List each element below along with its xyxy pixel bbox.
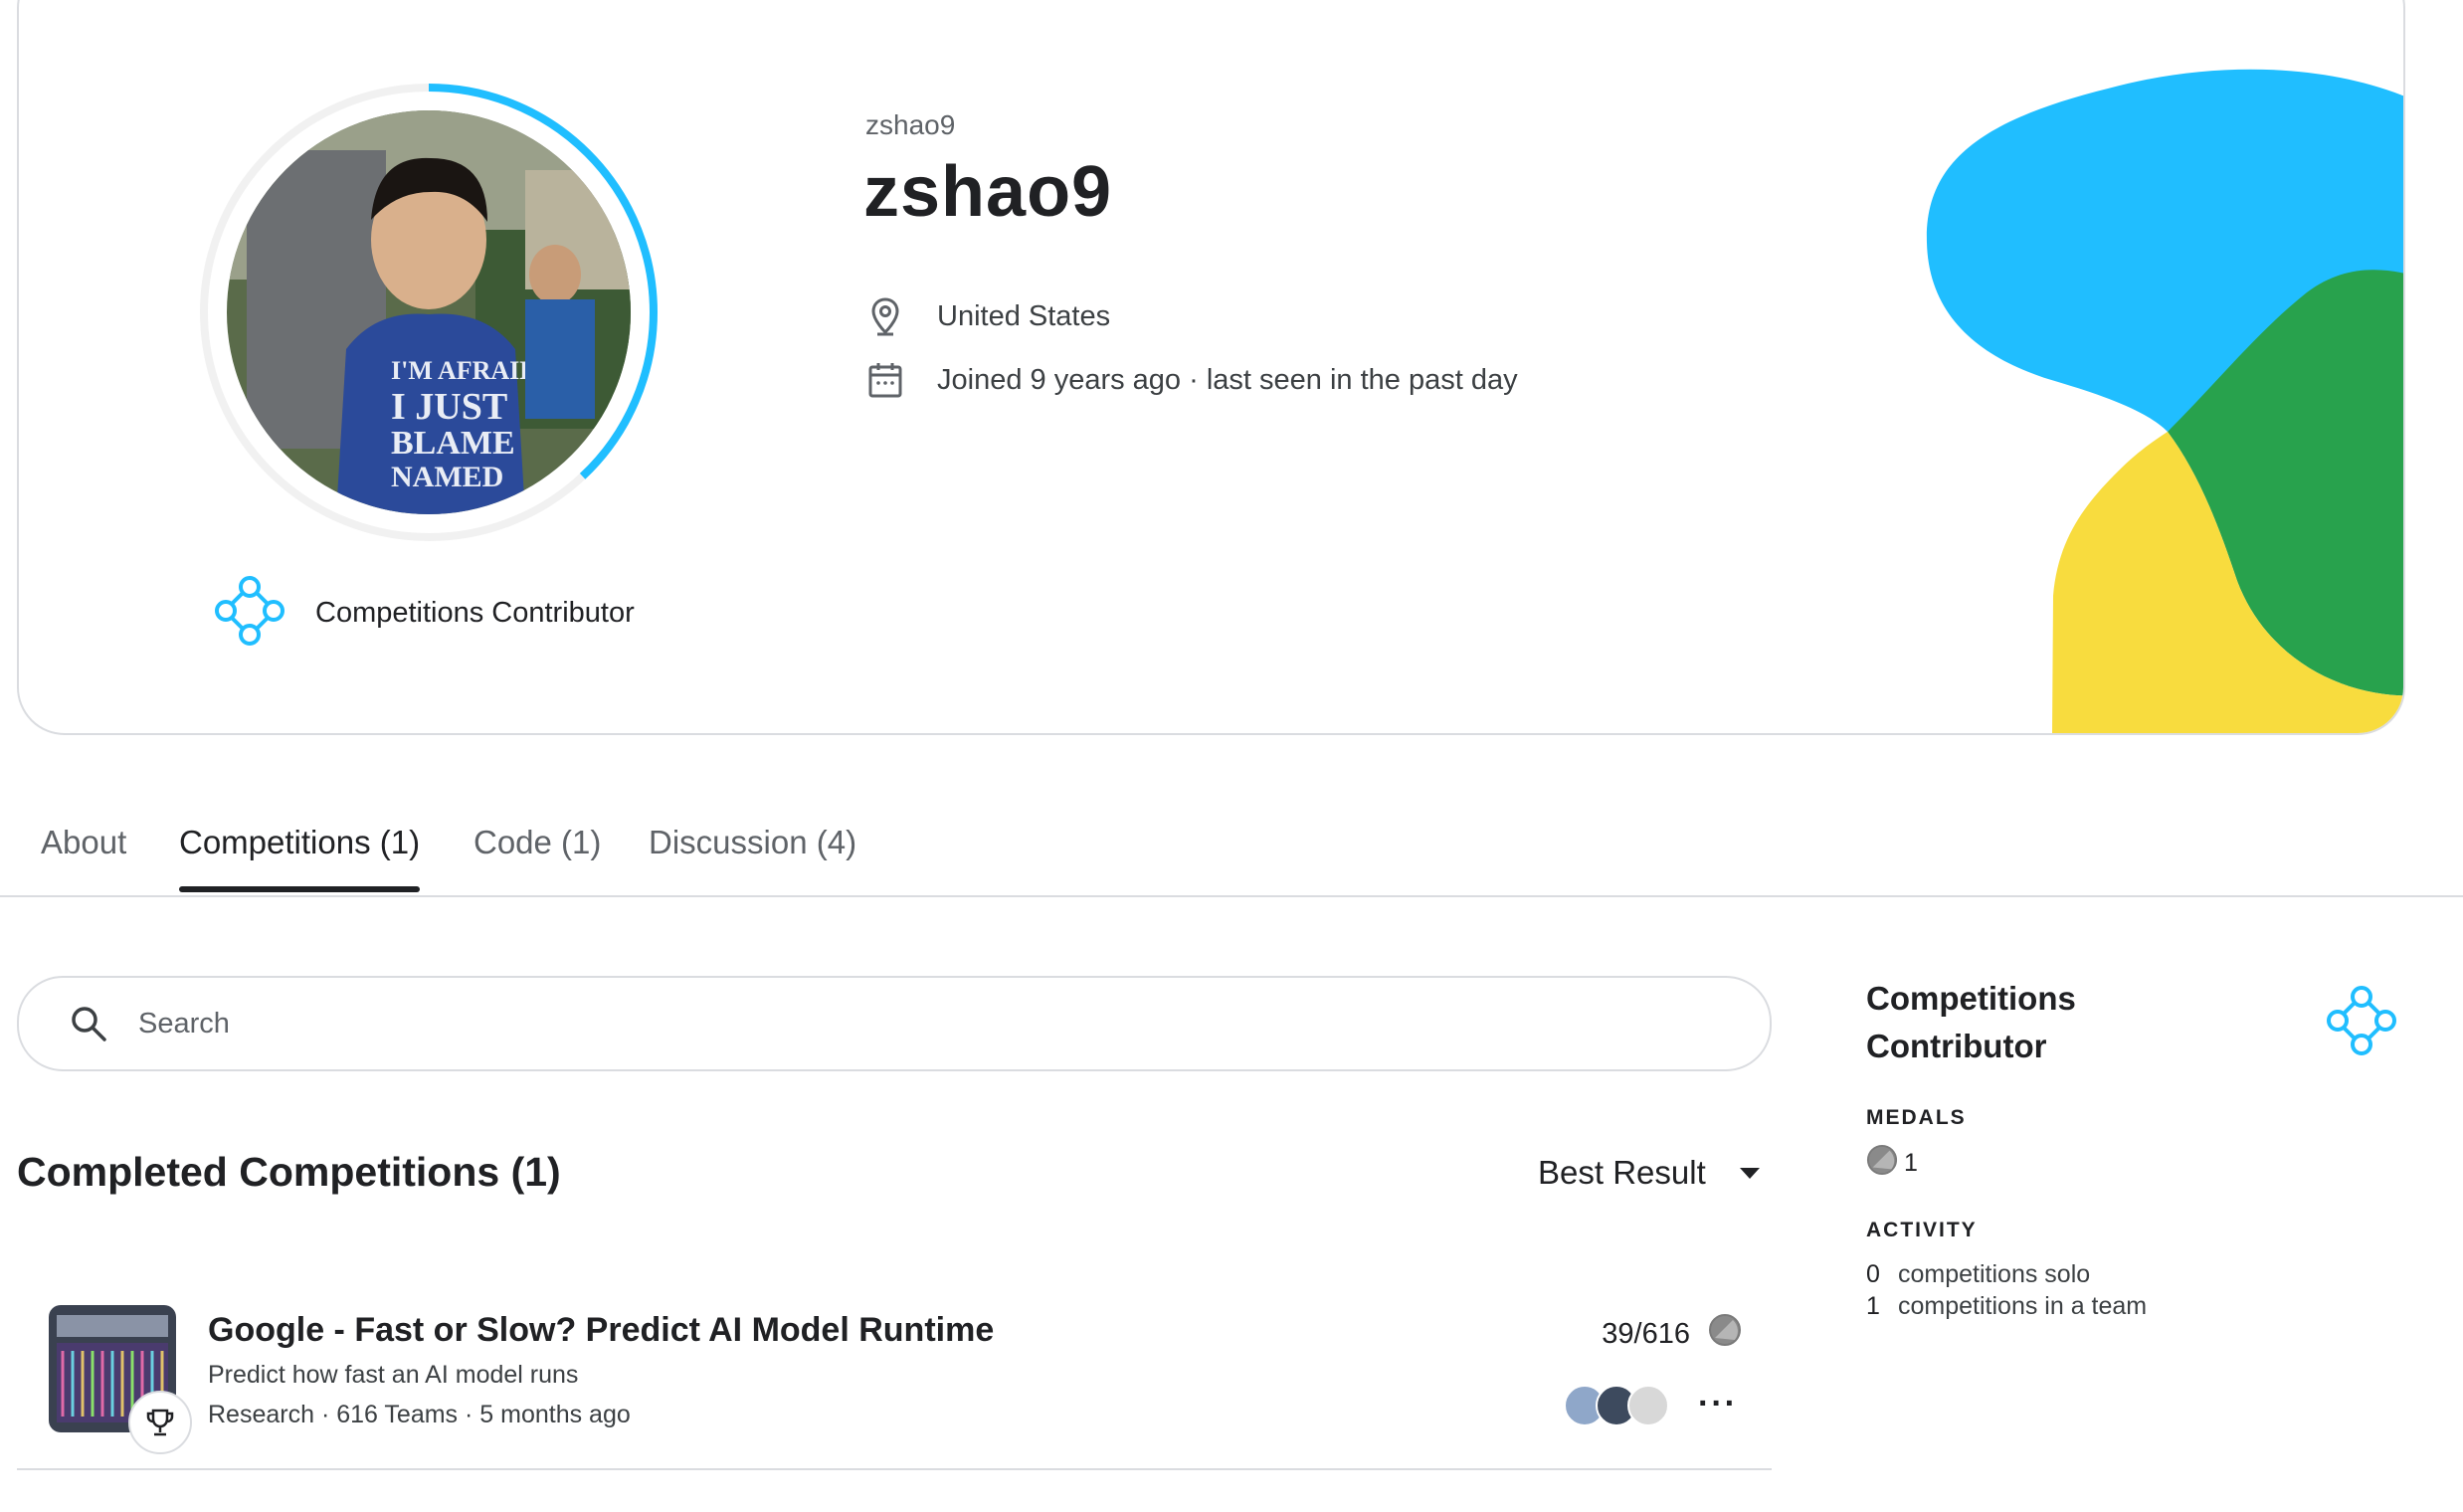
sort-label: Best Result xyxy=(1538,1154,1706,1191)
display-name: zshao9 xyxy=(863,152,1113,232)
sidebar-tier-title: Competitions Contributor xyxy=(1866,980,2076,1064)
competition-subtitle: Predict how fast an AI model runs xyxy=(208,1361,579,1389)
avatar: I'M AFRAID I JUST BLAME NAMED xyxy=(227,110,631,514)
activity-caption: ACTIVITY xyxy=(1866,1219,1978,1241)
search-icon xyxy=(69,1004,108,1043)
tab-code[interactable]: Code (1) xyxy=(474,824,601,885)
search-input[interactable] xyxy=(136,1006,1632,1041)
tier-contributor-icon xyxy=(2326,985,2397,1061)
medal-count: 1 xyxy=(1904,1149,1918,1177)
activity-item: 1 competitions in a team xyxy=(1866,1292,2148,1320)
svg-text:I JUST: I JUST xyxy=(391,386,507,428)
section-title: Completed Competitions (1) xyxy=(17,1149,561,1195)
bronze-medal-icon xyxy=(1708,1313,1742,1355)
tab-discussion[interactable]: Discussion (4) xyxy=(649,824,856,885)
location-text: United States xyxy=(937,299,1111,332)
profile-tabs: About Competitions (1) Code (1) Discussi… xyxy=(0,816,2463,897)
competition-meta: Research · 616 Teams · 5 months ago xyxy=(208,1401,631,1428)
sort-dropdown[interactable]: Best Result xyxy=(1538,1154,1760,1192)
more-icon[interactable]: ··· xyxy=(1698,1385,1738,1423)
medals-caption: MEDALS xyxy=(1866,1106,1967,1129)
avatar-with-progress[interactable]: I'M AFRAID I JUST BLAME NAMED xyxy=(190,74,667,551)
rank-text: 39/616 xyxy=(1602,1317,1690,1350)
competition-item[interactable]: Google - Fast or Slow? Predict AI Model … xyxy=(17,1293,1772,1470)
tier-badge: Competitions Contributor xyxy=(214,575,635,652)
location-row: United States xyxy=(865,296,1110,336)
sidebar-summary: Competitions Contributor MEDALS 1 ACTIVI… xyxy=(1866,975,2403,1322)
tier-contributor-icon xyxy=(214,575,285,652)
joined-text: Joined 9 years ago · last seen in the pa… xyxy=(937,363,1518,396)
bronze-medal-icon xyxy=(1866,1144,1898,1183)
competition-rank: 39/616 xyxy=(1602,1313,1742,1355)
search-box[interactable] xyxy=(17,976,1772,1071)
team-member-avatar xyxy=(1627,1385,1669,1426)
svg-text:NAMED: NAMED xyxy=(391,461,503,493)
svg-text:I'M AFRAID: I'M AFRAID xyxy=(391,356,538,385)
trophy-icon xyxy=(128,1391,192,1454)
tab-about[interactable]: About xyxy=(41,824,126,885)
profile-header-card: I'M AFRAID I JUST BLAME NAMED Competitio… xyxy=(17,0,2405,735)
svg-text:BLAME: BLAME xyxy=(391,425,515,462)
activity-item: 0 competitions solo xyxy=(1866,1260,2091,1288)
joined-row: Joined 9 years ago · last seen in the pa… xyxy=(865,360,1518,400)
username: zshao9 xyxy=(865,109,956,140)
location-pin-icon xyxy=(865,296,905,336)
tab-competitions[interactable]: Competitions (1) xyxy=(179,824,421,892)
medals-summary: 1 xyxy=(1866,1144,2403,1183)
header-decoration xyxy=(1926,69,2403,733)
dropdown-caret-icon xyxy=(1739,1167,1760,1179)
team-avatars[interactable] xyxy=(1564,1385,1669,1426)
tier-label: Competitions Contributor xyxy=(315,596,635,629)
activity-list: 0 competitions solo 1 competitions in a te… xyxy=(1866,1258,2403,1322)
competition-title[interactable]: Google - Fast or Slow? Predict AI Model … xyxy=(208,1311,994,1350)
calendar-icon xyxy=(865,360,905,400)
